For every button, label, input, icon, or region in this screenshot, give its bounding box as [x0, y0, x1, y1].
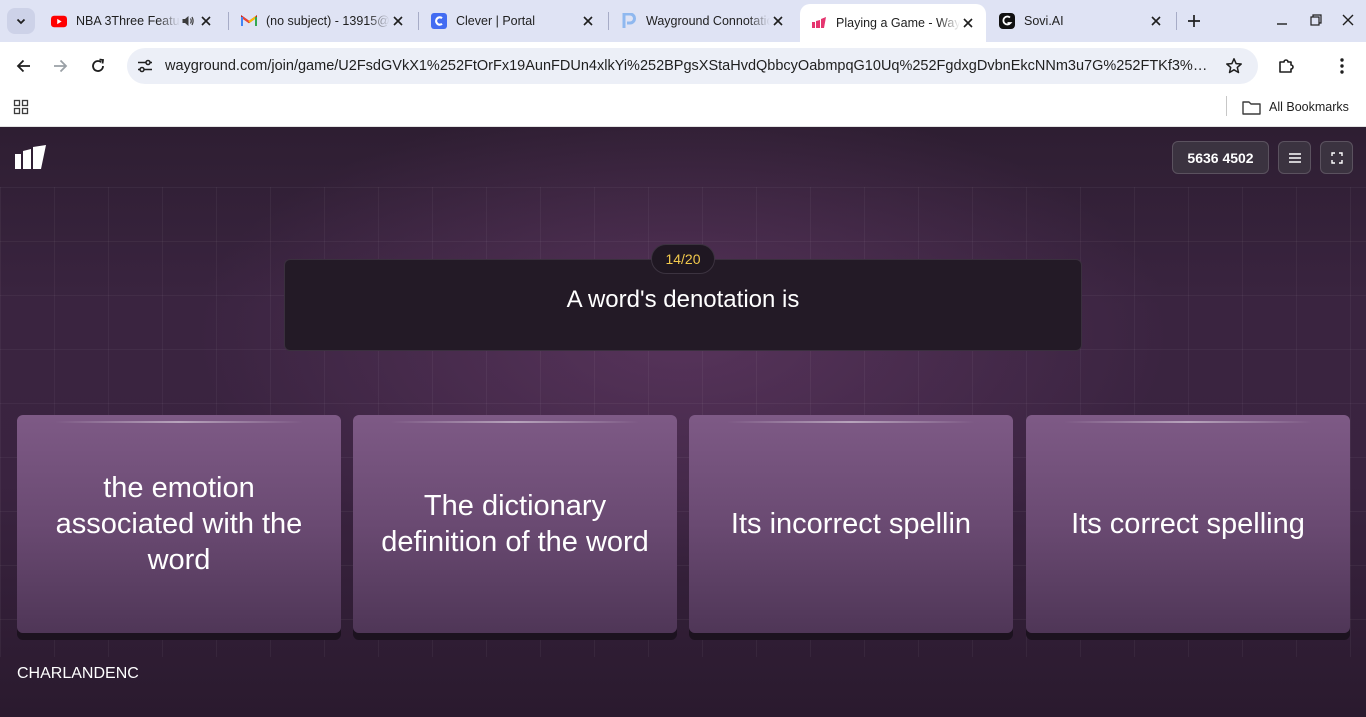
apps-grid-icon: [13, 99, 29, 115]
restore-icon: [1310, 14, 1322, 26]
answer-option-text: The dictionary definition of the word: [381, 490, 649, 558]
apps-button[interactable]: [11, 97, 31, 117]
close-icon[interactable]: [198, 13, 214, 29]
hamburger-icon: [1288, 152, 1301, 163]
bookmarks-bar: All Bookmarks: [0, 90, 1366, 127]
close-icon[interactable]: [960, 15, 976, 31]
answer-option-3[interactable]: Its incorrect spellin: [689, 415, 1013, 633]
bookmarks-separator: [1226, 96, 1227, 116]
tab-search-button[interactable]: [7, 8, 35, 34]
menu-button[interactable]: [1329, 53, 1355, 79]
wayground-p-icon: [621, 13, 637, 29]
tab-title: Clever | Portal: [456, 14, 580, 28]
close-window-button[interactable]: [1333, 8, 1363, 32]
back-button[interactable]: [10, 52, 38, 80]
plus-icon: [1188, 15, 1200, 27]
answer-option-text: Its correct spelling: [1071, 508, 1305, 540]
tab-gmail[interactable]: (no subject) - 13915@: [230, 4, 416, 38]
bookmark-star-icon[interactable]: [1224, 56, 1244, 76]
close-icon[interactable]: [1148, 13, 1164, 29]
url-text[interactable]: wayground.com/join/game/U2FsdGVkX1%252Ft…: [165, 57, 1210, 75]
close-icon: [1342, 14, 1354, 26]
gmail-icon: [241, 13, 257, 29]
minimize-icon: [1277, 23, 1287, 25]
tab-title: Wayground Connotation: [646, 14, 770, 28]
close-icon[interactable]: [770, 13, 786, 29]
answer-option-1[interactable]: the emotion associated with the word: [17, 415, 341, 633]
game-code-badge[interactable]: 5636 4502: [1172, 141, 1269, 174]
new-tab-button[interactable]: [1182, 9, 1206, 33]
tab-title: NBA 3Three Features: [76, 14, 180, 28]
player-name: CHARLANDENC: [17, 665, 139, 682]
close-icon[interactable]: [580, 13, 596, 29]
sovi-icon: [999, 13, 1015, 29]
site-info-icon[interactable]: [135, 56, 155, 76]
reload-icon: [92, 58, 105, 72]
game-menu-button[interactable]: [1278, 141, 1311, 174]
tab-title: Sovi.AI: [1024, 14, 1148, 28]
game-area: 5636 4502 A word's denotation is 14/20 t…: [0, 127, 1366, 717]
tab-title: Playing a Game - Wayground: [836, 16, 960, 30]
extensions-button[interactable]: [1273, 53, 1299, 79]
all-bookmarks-label: All Bookmarks: [1269, 100, 1349, 114]
tab-title: (no subject) - 13915@: [266, 14, 390, 28]
wayground-icon: [811, 15, 827, 31]
tab-strip: NBA 3Three Features (no subject) - 13915…: [0, 0, 1366, 42]
puzzle-icon: [1279, 59, 1294, 73]
address-bar[interactable]: wayground.com/join/game/U2FsdGVkX1%252Ft…: [127, 48, 1258, 84]
more-vertical-icon: [1340, 58, 1344, 74]
answer-option-2[interactable]: The dictionary definition of the word: [353, 415, 677, 633]
close-icon[interactable]: [390, 13, 406, 29]
youtube-icon: [51, 13, 67, 29]
wayground-logo: [13, 145, 47, 171]
tab-playing-a-game[interactable]: Playing a Game - Wayground: [800, 4, 986, 42]
reload-button[interactable]: [84, 52, 112, 80]
question-text: A word's denotation is: [566, 286, 800, 313]
tab-sovi-ai[interactable]: Sovi.AI: [988, 4, 1174, 38]
question-counter: 14/20: [651, 244, 715, 274]
tab-wayground-connotation[interactable]: Wayground Connotation: [610, 4, 796, 38]
browser-toolbar: wayground.com/join/game/U2FsdGVkX1%252Ft…: [0, 42, 1366, 90]
tab-clever[interactable]: Clever | Portal: [420, 4, 606, 38]
restore-button[interactable]: [1301, 8, 1331, 32]
all-bookmarks-button[interactable]: All Bookmarks: [1242, 95, 1349, 119]
fullscreen-icon: [1330, 151, 1343, 164]
tab-separator: [608, 12, 609, 30]
arrow-right-icon: [54, 59, 68, 73]
forward-button[interactable]: [46, 52, 74, 80]
answer-option-text: Its incorrect spellin: [730, 508, 972, 540]
fullscreen-button[interactable]: [1320, 141, 1353, 174]
chevron-down-icon: [16, 18, 26, 25]
clever-icon: [431, 13, 447, 29]
tab-separator: [1176, 12, 1177, 30]
tab-youtube[interactable]: NBA 3Three Features: [40, 4, 224, 38]
tab-separator: [418, 12, 419, 30]
answer-option-4[interactable]: Its correct spelling: [1026, 415, 1350, 633]
answer-option-text: the emotion associated with the word: [55, 472, 303, 576]
tab-separator: [228, 12, 229, 30]
folder-icon: [1242, 100, 1261, 115]
speaker-icon[interactable]: [180, 13, 196, 29]
arrow-left-icon: [16, 59, 30, 73]
minimize-button[interactable]: [1267, 8, 1297, 32]
